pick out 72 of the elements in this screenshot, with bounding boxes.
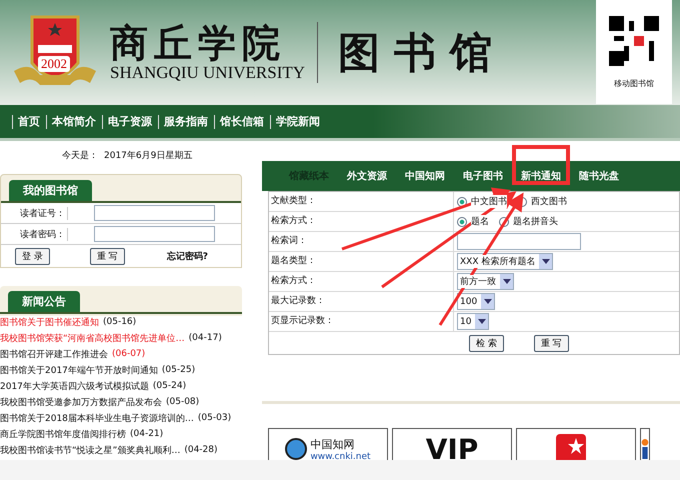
panel-title: 我的图书馆 xyxy=(9,180,92,201)
nav-link[interactable]: 学院新闻 xyxy=(276,114,320,129)
caret-icon xyxy=(539,254,552,269)
resource-logo[interactable]: 中国知网 www.cnki.net xyxy=(268,428,388,460)
resource-logo[interactable] xyxy=(640,428,650,460)
news-date: (04-17) xyxy=(188,333,222,343)
emblem-year: 2002 xyxy=(38,56,70,72)
news-date: (06-07) xyxy=(112,349,146,359)
nav-link[interactable]: 本馆简介 xyxy=(52,114,96,129)
library-name: 图书馆 xyxy=(338,26,506,78)
field-label: 页显示记录数： xyxy=(269,312,454,331)
dropdown[interactable]: XXX 检索所有题名 xyxy=(457,253,554,270)
news-date: (04-28) xyxy=(184,445,218,455)
field-label: 检索方式： xyxy=(269,272,454,291)
date-label: 今天是： xyxy=(62,150,98,162)
news-date: (05-03) xyxy=(198,413,232,423)
nav-link[interactable]: 服务指南 xyxy=(164,114,208,129)
logo-name: 中国知网 xyxy=(310,436,356,452)
news-link[interactable]: 我校图书馆受邀参加万方数据产品发布会 xyxy=(0,396,162,408)
search-tab[interactable]: 外文资源 xyxy=(338,171,396,182)
school-name-english: SHANGQIU UNIVERSITY xyxy=(110,63,306,84)
date-text: 2017年6月9日星期五 xyxy=(104,150,192,162)
logo-url: www.cnki.net xyxy=(310,452,371,460)
field-label: 检索方式： xyxy=(269,212,454,231)
search-tab[interactable]: 中国知网 xyxy=(396,171,454,182)
news-link[interactable]: 我校图书馆读书节“悦读之星”颁奖典礼顺利… xyxy=(0,444,180,456)
forgot-password-link[interactable]: 忘记密码? xyxy=(166,250,208,262)
field-label: 检索词： xyxy=(269,232,454,251)
form-button[interactable]: 检 索 xyxy=(469,334,504,352)
search-input[interactable] xyxy=(457,233,581,250)
field-label: 题名类型： xyxy=(269,252,454,271)
qr-code-icon xyxy=(609,16,659,66)
input-field[interactable] xyxy=(94,205,215,221)
form-button[interactable]: 重 写 xyxy=(90,248,125,264)
form-button[interactable]: 重 写 xyxy=(534,334,569,352)
news-date: (05-24) xyxy=(152,381,186,391)
nav-link[interactable]: 首页 xyxy=(18,114,40,129)
caret-icon xyxy=(500,274,513,289)
news-link[interactable]: 图书馆关于图书催还通知 xyxy=(0,316,99,328)
dropdown[interactable]: 100 xyxy=(457,293,496,310)
news-date: (05-08) xyxy=(166,397,200,407)
qr-caption: 移动图书馆 xyxy=(614,78,654,88)
news-link[interactable]: 图书馆关于2018届本科毕业生电子资源培训的… xyxy=(0,412,194,424)
field-label: 文献类型： xyxy=(269,192,454,211)
search-tab[interactable]: 电子图书 xyxy=(454,171,512,182)
search-tab[interactable]: 随书光盘 xyxy=(570,171,628,182)
news-date: (05-16) xyxy=(103,317,136,327)
field-label: 读者密码： xyxy=(1,228,68,240)
nav-link[interactable]: 电子资源 xyxy=(108,114,152,129)
news-link[interactable]: 图书馆召开评建工作推进会 xyxy=(0,348,108,360)
dropdown[interactable]: 10 xyxy=(457,313,490,330)
caret-icon xyxy=(475,314,488,329)
search-tab[interactable]: 新书通知 xyxy=(512,171,570,182)
field-label: 最大记录数： xyxy=(269,292,454,311)
input-field[interactable] xyxy=(94,226,215,242)
form-button[interactable]: 登 录 xyxy=(15,248,50,264)
news-link[interactable]: 图书馆关于2017年端午节开放时间通知 xyxy=(0,364,158,376)
news-date: (04-21) xyxy=(130,429,164,439)
resource-logo[interactable]: VIP xyxy=(392,428,512,460)
nav-link[interactable]: 馆长信箱 xyxy=(220,114,264,129)
school-name: 商丘学院 xyxy=(110,22,287,64)
globe-icon xyxy=(285,438,308,460)
resource-logo[interactable] xyxy=(516,428,636,460)
logo-name: VIP xyxy=(426,432,478,460)
news-date: (05-25) xyxy=(162,365,196,375)
caret-icon xyxy=(481,294,494,309)
news-link[interactable]: 商丘学院图书馆年度借阅排行榜 xyxy=(0,428,126,440)
news-link[interactable]: 2017年大学英语四六级考试模拟试题 xyxy=(0,380,149,392)
field-label: 读者证号： xyxy=(1,206,68,220)
dropdown[interactable]: 前方一致 xyxy=(457,273,514,290)
news-link[interactable]: 我校图书馆荣获“河南省高校图书馆先进单位… xyxy=(0,332,185,344)
panel-title: 新闻公告 xyxy=(8,291,80,312)
